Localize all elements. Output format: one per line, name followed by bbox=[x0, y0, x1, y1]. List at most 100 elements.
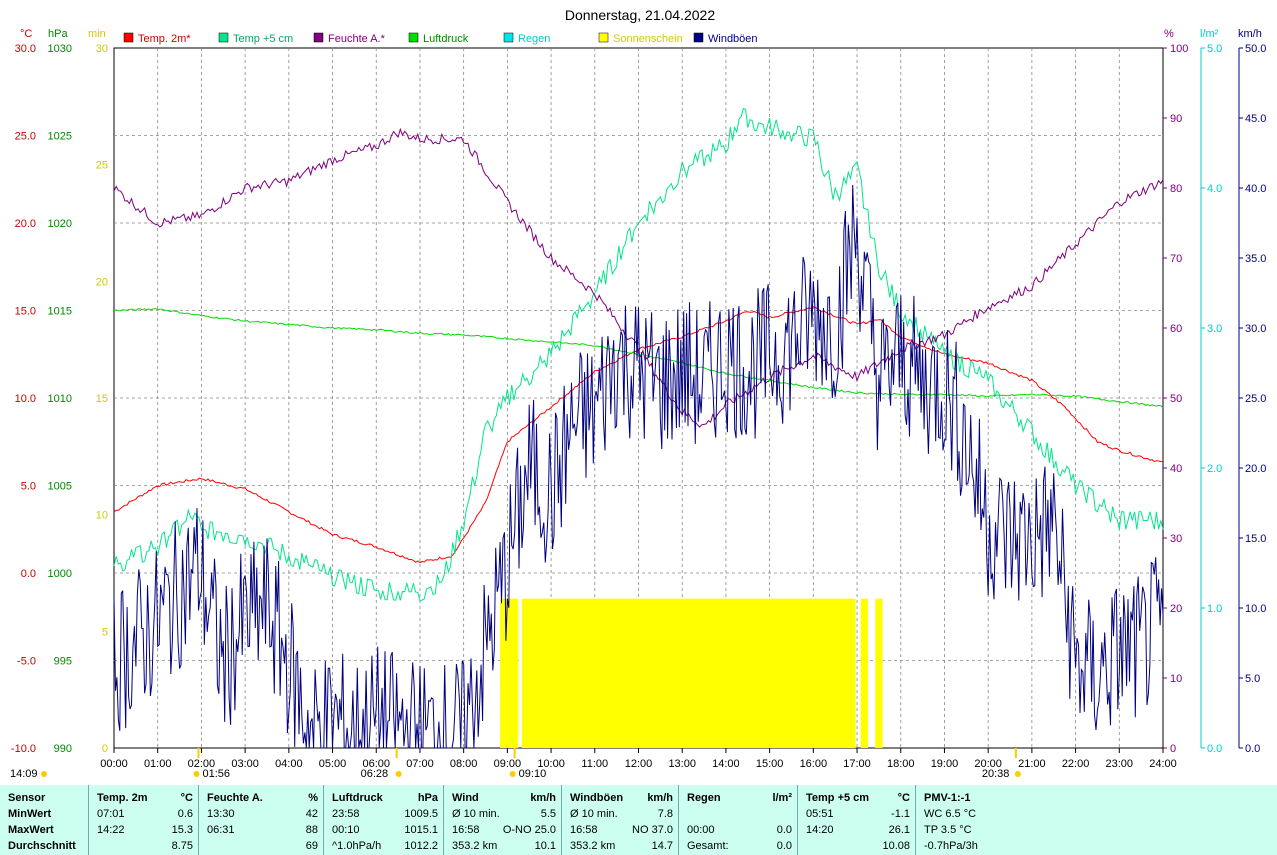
legend-label: Sonnenschein bbox=[613, 33, 683, 45]
stat-row: Durchschnitt bbox=[0, 839, 82, 854]
sunshine-bar bbox=[875, 598, 883, 748]
humidity-tick-label: 50 bbox=[1170, 393, 1182, 405]
sunshine-bar bbox=[500, 598, 519, 748]
stat-cell: 07:01 bbox=[97, 808, 125, 820]
stat-row: 8.75 bbox=[89, 839, 193, 854]
temp-tick-label: 20.0 bbox=[15, 218, 36, 230]
stat-cell: -0.7hPa/3h bbox=[924, 840, 978, 852]
x-tick-label: 04:00 bbox=[275, 758, 303, 770]
minutes-tick-label: 15 bbox=[96, 393, 108, 405]
wind-tick-label: 40.0 bbox=[1245, 183, 1266, 195]
humidity-tick-label: 60 bbox=[1170, 323, 1182, 335]
x-tick-label: 12:00 bbox=[625, 758, 653, 770]
sunshine-bar bbox=[860, 598, 868, 748]
pressure-unit-label: hPa bbox=[48, 28, 68, 40]
stat-row: 05:51 -1.1 bbox=[798, 807, 910, 822]
stat-cell: 353.2 km bbox=[452, 840, 498, 852]
sun-icon bbox=[1014, 771, 1021, 777]
wind-tick-label: 50.0 bbox=[1245, 43, 1266, 55]
minutes-tick-label: 0 bbox=[102, 743, 108, 755]
humidity-unit-label: % bbox=[1164, 28, 1174, 40]
temp-unit-label: °C bbox=[20, 28, 32, 40]
stat-cell: 0.0 bbox=[776, 824, 792, 836]
stat-cell: 7.8 bbox=[657, 808, 673, 820]
stat-header-row: Wind km/h bbox=[444, 791, 556, 806]
rain-tick-label: 3.0 bbox=[1207, 323, 1222, 335]
wind-tick-label: 20.0 bbox=[1245, 463, 1266, 475]
pressure-tick-label: 1000 bbox=[48, 568, 72, 580]
stat-header-row: Luftdruck hPa bbox=[324, 791, 438, 806]
temp-tick-label: 15.0 bbox=[15, 306, 36, 318]
pressure-tick-label: 1005 bbox=[48, 481, 72, 493]
stat-row: 13:30 42 bbox=[199, 807, 318, 822]
stat-cell: 353.2 km bbox=[570, 840, 616, 852]
stat-header-cell: Windböen bbox=[570, 792, 624, 804]
stat-cell: 42 bbox=[305, 808, 318, 820]
marker-label: 06:28 bbox=[361, 768, 389, 780]
wind-tick-label: 25.0 bbox=[1245, 393, 1266, 405]
stat-cell: 14:20 bbox=[806, 824, 834, 836]
stat-cell: 23:58 bbox=[332, 808, 360, 820]
pressure-tick-label: 1030 bbox=[48, 43, 72, 55]
legend-label: Luftdruck bbox=[423, 33, 469, 45]
x-tick-label: 07:00 bbox=[406, 758, 434, 770]
stat-header-cell: Feuchte A. bbox=[207, 792, 263, 804]
stat-row: 06:31 88 bbox=[199, 823, 318, 838]
stat-row: TP 3.5 °C bbox=[916, 823, 1272, 838]
stat-header-cell: PMV-1:-1 bbox=[924, 792, 971, 804]
stat-cell: Gesamt: bbox=[687, 840, 729, 852]
x-tick-label: 23:00 bbox=[1106, 758, 1134, 770]
stat-cell: ^1.0hPa/h bbox=[332, 840, 382, 852]
stat-cell: Durchschnitt bbox=[8, 840, 76, 852]
rain-tick-label: 5.0 bbox=[1207, 43, 1222, 55]
stat-cell: 69 bbox=[305, 840, 318, 852]
stat-header-cell: l/m² bbox=[772, 792, 792, 804]
stat-row: 16:58 NO 37.0 bbox=[562, 823, 673, 838]
wind-tick-label: 0.0 bbox=[1245, 743, 1260, 755]
stat-row: 14:22 15.3 bbox=[89, 823, 193, 838]
stat-cell: 16:58 bbox=[570, 824, 598, 836]
stat-cell: 1015.1 bbox=[404, 824, 438, 836]
stat-cell: 06:31 bbox=[207, 824, 235, 836]
stat-cell: -1.1 bbox=[891, 808, 910, 820]
stat-header-row: PMV-1:-1 bbox=[916, 791, 1272, 806]
rain-tick-label: 1.0 bbox=[1207, 603, 1222, 615]
rain-tick-label: 0.0 bbox=[1207, 743, 1222, 755]
stat-header-cell: Wind bbox=[452, 792, 479, 804]
stat-row: Ø 10 min. 7.8 bbox=[562, 807, 673, 822]
wind-tick-label: 35.0 bbox=[1245, 253, 1266, 265]
stat-group-temp5cm: Temp +5 cm °C 05:51 -1.1 14:20 26.1 10.08 bbox=[797, 785, 916, 855]
stat-cell: TP 3.5 °C bbox=[924, 824, 972, 836]
chart-legend: Temp. 2m* Temp +5 cm Feuchte A.* Luftdruck R… bbox=[123, 32, 758, 45]
stat-header-row: Temp. 2m °C bbox=[89, 791, 193, 806]
stat-cell: 10.08 bbox=[882, 840, 910, 852]
stat-header-row: Windböen km/h bbox=[562, 791, 673, 806]
stat-cell: 10.1 bbox=[534, 840, 556, 852]
stat-cell: Ø 10 min. bbox=[570, 808, 618, 820]
stat-row: 00:10 1015.1 bbox=[324, 823, 438, 838]
sunshine-bars bbox=[500, 598, 883, 748]
stat-header-cell: % bbox=[308, 792, 318, 804]
legend-swatch bbox=[123, 32, 134, 43]
x-tick-label: 22:00 bbox=[1062, 758, 1090, 770]
humidity-tick-label: 80 bbox=[1170, 183, 1182, 195]
marker-label: 09:10 bbox=[519, 768, 547, 780]
sun-icon bbox=[509, 771, 516, 777]
stat-row: 353.2 km 10.1 bbox=[444, 839, 556, 854]
minutes-tick-label: 20 bbox=[96, 276, 108, 288]
stat-header-row: Regen l/m² bbox=[679, 791, 792, 806]
x-tick-label: 15:00 bbox=[756, 758, 784, 770]
stat-cell: 0.0 bbox=[776, 840, 792, 852]
minutes-unit-label: min bbox=[88, 28, 106, 40]
minutes-tick-label: 25 bbox=[96, 160, 108, 172]
x-tick-label: 05:00 bbox=[319, 758, 347, 770]
stat-header-row: Temp +5 cm °C bbox=[798, 791, 910, 806]
humidity-tick-label: 90 bbox=[1170, 113, 1182, 125]
stat-row: 16:58 O-NO 25.0 bbox=[444, 823, 556, 838]
temp-tick-label: -5.0 bbox=[17, 656, 36, 668]
minutes-tick-label: 10 bbox=[96, 510, 108, 522]
stat-row: Gesamt: 0.0 bbox=[679, 839, 792, 854]
pressure-tick-label: 995 bbox=[54, 656, 72, 668]
stat-header-cell: Regen bbox=[687, 792, 721, 804]
sun-icon bbox=[193, 771, 200, 777]
